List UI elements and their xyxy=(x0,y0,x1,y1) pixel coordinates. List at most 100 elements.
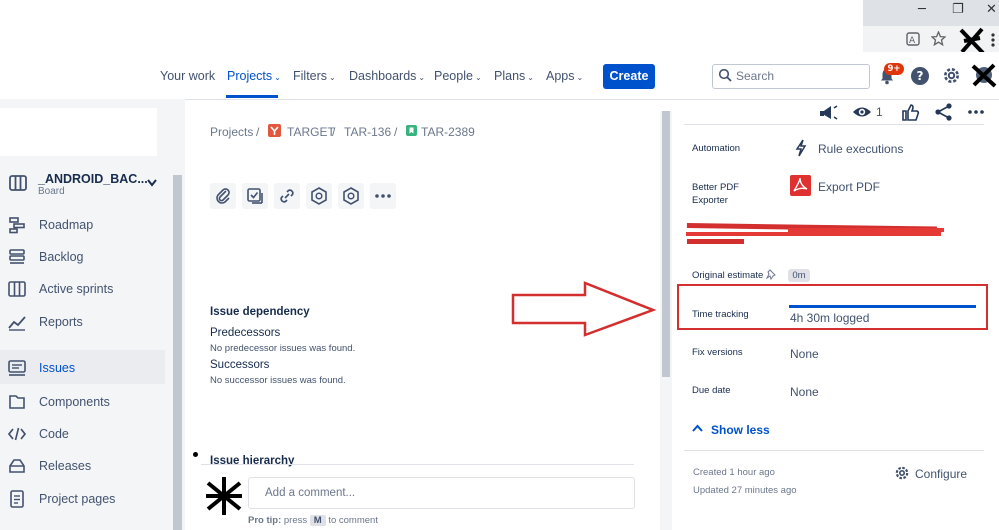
sidebar-item-issues[interactable]: Issues xyxy=(39,361,75,375)
sidebar-item-code[interactable]: Code xyxy=(39,427,69,441)
story-icon xyxy=(406,125,417,136)
chevron-down-icon: ⌄ xyxy=(418,73,426,82)
minimize-button[interactable]: ─ xyxy=(918,2,926,17)
link-issue-button[interactable] xyxy=(274,183,300,209)
time-tracking-label: Time tracking xyxy=(692,309,749,320)
sidebar-item-active-sprints[interactable]: Active sprints xyxy=(39,282,113,296)
app-action-button[interactable] xyxy=(306,183,332,209)
panel-divider xyxy=(684,450,984,451)
chevron-down-icon: ⌄ xyxy=(274,73,281,82)
attach-button[interactable] xyxy=(210,183,236,209)
notification-badge: 9+ xyxy=(884,63,904,75)
thumbs-up-icon[interactable] xyxy=(900,102,922,122)
breadcrumb-parent-issue[interactable]: TAR-136 xyxy=(344,125,391,139)
project-avatar-icon xyxy=(268,124,281,137)
roadmap-icon xyxy=(9,217,25,234)
nav-plans[interactable]: Plans ⌄ xyxy=(494,69,534,83)
predecessors-empty: No predecessor issues was found. xyxy=(210,343,356,354)
watch-eye-icon[interactable] xyxy=(852,102,874,122)
reports-icon xyxy=(8,316,26,331)
breadcrumb-separator: / xyxy=(394,125,398,139)
nav-filters[interactable]: Filters ⌄ xyxy=(293,69,336,83)
code-icon xyxy=(8,427,26,441)
sidebar-item-components[interactable]: Components xyxy=(39,395,110,409)
successors-label: Successors xyxy=(210,359,270,371)
bookmark-star-icon[interactable] xyxy=(931,31,946,46)
sidebar-item-releases[interactable]: Releases xyxy=(39,459,91,473)
restore-button[interactable]: ❐ xyxy=(952,2,964,17)
breadcrumb-separator: / xyxy=(256,125,260,139)
pdf-exporter-label: Better PDF Exporter xyxy=(692,182,739,206)
chevron-down-icon: ⌄ xyxy=(329,73,336,82)
issue-hierarchy-title: Issue hierarchy xyxy=(210,455,295,467)
child-issue-icon xyxy=(247,188,263,204)
share-icon[interactable] xyxy=(934,102,956,122)
project-type: Board xyxy=(38,186,65,197)
due-date-value[interactable]: None xyxy=(790,385,819,399)
fix-versions-value[interactable]: None xyxy=(790,347,819,361)
updated-timestamp: Updated 27 minutes ago xyxy=(693,485,797,496)
rule-executions-link[interactable]: Rule executions xyxy=(818,142,903,156)
sidebar-item-reports[interactable]: Reports xyxy=(39,315,83,329)
keyboard-shortcut-key: M xyxy=(309,515,326,526)
chevron-down-icon: ⌄ xyxy=(576,73,584,82)
breadcrumb-project[interactable]: TARGET xyxy=(287,125,335,139)
svg-text:A: A xyxy=(909,36,916,46)
backlog-icon xyxy=(9,249,25,264)
more-actions-button[interactable] xyxy=(370,183,396,209)
chevron-down-icon: ⌄ xyxy=(474,73,482,82)
nav-apps[interactable]: Apps ⌄ xyxy=(546,69,583,83)
fix-versions-label: Fix versions xyxy=(692,347,743,358)
nav-your-work[interactable]: Your work xyxy=(160,69,215,83)
nav-active-indicator xyxy=(226,95,278,98)
predecessors-label: Predecessors xyxy=(210,327,281,339)
profile-avatar-redacted-icon[interactable] xyxy=(971,62,997,88)
releases-icon xyxy=(9,459,25,473)
successors-empty: No successor issues was found. xyxy=(210,375,346,386)
close-window-button[interactable]: ✕ xyxy=(986,2,997,17)
time-tracking-bar-fill xyxy=(789,305,976,308)
add-child-issue-button[interactable] xyxy=(242,183,268,209)
sidebar-item-project-pages[interactable]: Project pages xyxy=(39,492,115,506)
due-date-label: Due date xyxy=(692,385,731,396)
pin-icon xyxy=(766,269,776,280)
sidebar-item-roadmap[interactable]: Roadmap xyxy=(39,218,93,232)
project-name[interactable]: _ANDROID_BAC... xyxy=(38,172,148,186)
original-estimate-value[interactable]: 0m xyxy=(788,269,810,282)
translate-icon[interactable]: A xyxy=(906,32,920,46)
chevron-down-icon[interactable] xyxy=(146,178,158,188)
time-tracking-value[interactable]: 4h 30m logged xyxy=(790,311,869,325)
panel-divider xyxy=(684,124,984,125)
nav-people[interactable]: People ⌄ xyxy=(434,69,482,83)
main-scrollbar-thumb[interactable] xyxy=(662,111,670,377)
issue-dependency-title: Issue dependency xyxy=(210,306,310,318)
pdf-icon xyxy=(790,175,811,196)
help-icon[interactable]: ? xyxy=(911,67,929,85)
lightning-bolt-icon xyxy=(795,139,807,157)
watch-count[interactable]: 1 xyxy=(876,105,883,119)
board-icon xyxy=(9,175,27,191)
app-action-button[interactable] xyxy=(338,183,364,209)
configure-button[interactable]: Configure xyxy=(915,467,967,481)
time-tracking-bar-track[interactable] xyxy=(789,305,976,308)
nav-dashboards[interactable]: Dashboards ⌄ xyxy=(349,69,425,83)
sidebar-header-blank xyxy=(0,108,157,156)
create-button[interactable]: Create xyxy=(603,64,655,89)
search-icon xyxy=(718,68,732,82)
sidebar-item-backlog[interactable]: Backlog xyxy=(39,250,83,264)
nav-projects[interactable]: Projects ⌄ xyxy=(227,69,281,83)
paperclip-icon xyxy=(216,188,230,204)
project-pages-icon xyxy=(10,490,24,508)
feedback-megaphone-icon[interactable] xyxy=(818,102,840,122)
chevron-up-icon xyxy=(692,424,703,432)
show-less-button[interactable]: Show less xyxy=(711,423,770,437)
search-placeholder: Search xyxy=(736,69,775,83)
breadcrumb-projects[interactable]: Projects xyxy=(210,125,253,139)
breadcrumb-issue[interactable]: TAR-2389 xyxy=(421,125,475,139)
browser-menu-icon[interactable] xyxy=(990,32,996,48)
sidebar-scrollbar[interactable] xyxy=(173,175,182,530)
sprint-board-icon xyxy=(8,281,26,297)
settings-gear-icon[interactable] xyxy=(942,66,961,85)
export-pdf-link[interactable]: Export PDF xyxy=(818,180,880,194)
more-horizontal-icon[interactable] xyxy=(966,102,988,122)
